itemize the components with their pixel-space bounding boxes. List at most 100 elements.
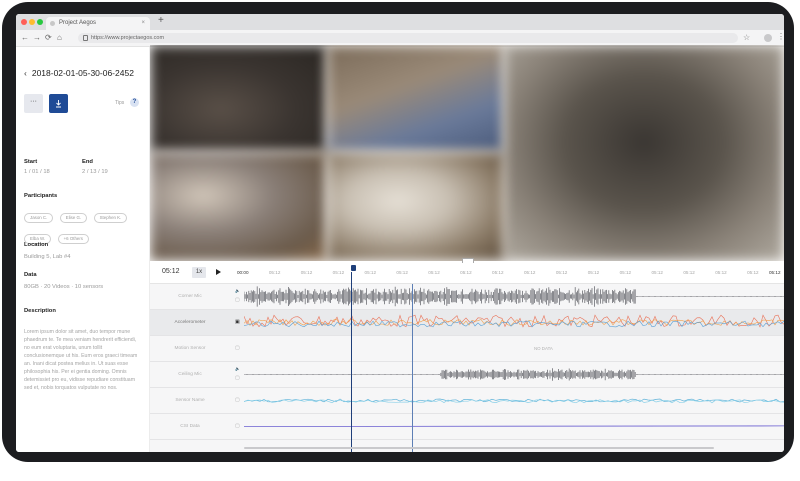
tab-close-icon[interactable]: × <box>141 17 145 30</box>
video-feed-2[interactable] <box>327 45 504 152</box>
track-name: Corner Mic <box>178 294 202 299</box>
track-settings-icon[interactable]: ▢ <box>235 423 240 429</box>
play-icon[interactable] <box>216 269 221 275</box>
time-tick-label: 05:12 <box>769 270 781 275</box>
track-settings-icon[interactable]: ▢ <box>235 397 240 403</box>
track-row[interactable]: Corner Mic 🔈 ▢ <box>150 284 784 310</box>
track-list: Corner Mic 🔈 ▢ Accelerometer ▣ Motion Sensor ▢… <box>150 284 784 452</box>
time-tick-label: 05:12 <box>396 270 408 275</box>
current-time: 05:12 <box>162 268 180 275</box>
audio-waveform <box>243 286 784 307</box>
browser-menu-icon[interactable]: ⋮ <box>777 32 784 41</box>
forward-arrow-icon[interactable]: → <box>33 33 41 42</box>
time-tick-label: 05:12 <box>364 270 377 275</box>
download-button[interactable] <box>49 94 68 113</box>
location-label: Location <box>24 242 49 248</box>
track-name: Accelerometer <box>174 320 206 325</box>
data-label: Data <box>24 272 37 278</box>
participants-label: Participants <box>24 193 58 199</box>
recording-sidebar: ‹ 2018-02-01-05-30-06-2452 ··· Tips ? Sta… <box>16 47 150 452</box>
url-field[interactable]: https://www.projectaegos.com <box>78 33 738 43</box>
track-waveform[interactable]: NO DATA <box>244 336 784 361</box>
selection-marker[interactable] <box>412 284 413 452</box>
browser-tab-bar: Project Aegos × + <box>16 14 784 30</box>
track-settings-icon[interactable]: ▢ <box>235 375 240 381</box>
tips-label: Tips <box>115 100 125 106</box>
track-name: Motion Sensor <box>174 346 206 351</box>
waveform-graphic <box>243 425 784 427</box>
csi-series-line <box>243 425 784 427</box>
end-label: End <box>82 159 93 165</box>
start-value: 1 / 01 / 18 <box>24 169 50 175</box>
track-waveform[interactable] <box>243 414 784 439</box>
time-tick-label: 05:12 <box>300 270 313 275</box>
track-settings-icon[interactable]: ▢ <box>235 345 240 351</box>
back-chevron-icon[interactable]: ‹ <box>24 68 27 78</box>
time-tick-label: 05:12 <box>715 270 727 275</box>
participant-chip[interactable]: Elise G. <box>59 213 88 223</box>
time-tick-label: 05:12 <box>555 270 568 275</box>
more-options-button[interactable]: ··· <box>24 94 43 113</box>
time-tick-label: 05:12 <box>492 270 504 275</box>
lock-icon <box>83 35 88 41</box>
time-tick-label: 05:12 <box>268 270 281 275</box>
time-tick-label: 05:12 <box>587 270 600 275</box>
volume-icon[interactable]: 🔈 <box>235 366 240 371</box>
time-tick-label: 05:12 <box>523 270 536 275</box>
reload-icon[interactable]: ⟳ <box>45 33 52 42</box>
favicon-icon <box>50 21 55 26</box>
track-name: Ceiling Mic <box>178 372 202 377</box>
track-waveform[interactable] <box>243 310 784 335</box>
start-label: Start <box>24 159 38 165</box>
timeline-scrollbar[interactable] <box>244 447 714 449</box>
close-window-dot[interactable] <box>21 19 27 25</box>
browser-window: Project Aegos × + ← → ⟳ ⌂ https://www.pr… <box>16 14 784 452</box>
video-feed-5[interactable] <box>327 152 504 261</box>
more-participants-chip[interactable]: +6 Others <box>57 234 89 244</box>
track-settings-icon[interactable]: ▢ <box>235 297 240 303</box>
video-grid[interactable] <box>150 45 784 261</box>
waveform-graphic <box>243 286 784 307</box>
playhead-line[interactable] <box>351 272 352 452</box>
waveform-graphic <box>243 368 784 381</box>
track-row[interactable]: Sensor Name ▢ <box>150 388 784 414</box>
home-icon[interactable]: ⌂ <box>57 33 62 42</box>
time-tick-label: 05:12 <box>619 270 632 275</box>
bookmark-star-icon[interactable]: ☆ <box>743 33 750 42</box>
minimize-window-dot[interactable] <box>29 19 35 25</box>
new-tab-button[interactable]: + <box>158 15 164 26</box>
video-feed-1[interactable] <box>150 45 327 152</box>
waveform-graphic <box>243 314 784 328</box>
track-waveform[interactable] <box>243 362 784 387</box>
profile-avatar[interactable] <box>764 34 772 42</box>
playback-speed-button[interactable]: 1x <box>192 267 206 278</box>
time-tick-label: 05:12 <box>332 270 345 275</box>
audio-waveform <box>243 368 784 381</box>
time-tick-label: 05:12 <box>747 270 759 275</box>
end-value: 2 / 13 / 19 <box>82 169 108 175</box>
track-row[interactable]: Motion Sensor ▢ NO DATA <box>150 336 784 362</box>
back-arrow-icon[interactable]: ← <box>21 33 29 42</box>
track-row[interactable]: Ceiling Mic 🔈 ▢ <box>150 362 784 388</box>
track-row[interactable]: Accelerometer ▣ <box>150 310 784 336</box>
time-tick-label: 05:12 <box>683 270 695 275</box>
participant-chip[interactable]: Jason C. <box>24 213 54 223</box>
maximize-window-dot[interactable] <box>37 19 43 25</box>
track-row[interactable]: CSI Data ▢ <box>150 414 784 440</box>
description-text: Lorem ipsum dolor sit amet, duo tempor m… <box>24 329 138 391</box>
help-icon[interactable]: ? <box>130 98 139 107</box>
track-settings-icon[interactable]: ▣ <box>235 319 240 325</box>
participant-chip[interactable]: Stephen K. <box>93 213 128 223</box>
video-feed-4[interactable] <box>150 152 327 261</box>
browser-tab[interactable]: Project Aegos × <box>46 17 150 30</box>
location-value: Building 5, Lab #4 <box>24 254 71 260</box>
time-tick-label: 00:00 <box>237 270 249 275</box>
volume-icon[interactable]: 🔈 <box>235 288 240 293</box>
track-name: Sensor Name <box>175 398 205 403</box>
video-feed-3[interactable] <box>504 45 784 261</box>
track-waveform[interactable] <box>243 284 784 309</box>
tab-title: Project Aegos <box>59 20 97 26</box>
track-waveform[interactable] <box>243 388 784 413</box>
playhead-handle[interactable] <box>351 265 356 271</box>
time-tick-label: 05:12 <box>460 270 472 275</box>
